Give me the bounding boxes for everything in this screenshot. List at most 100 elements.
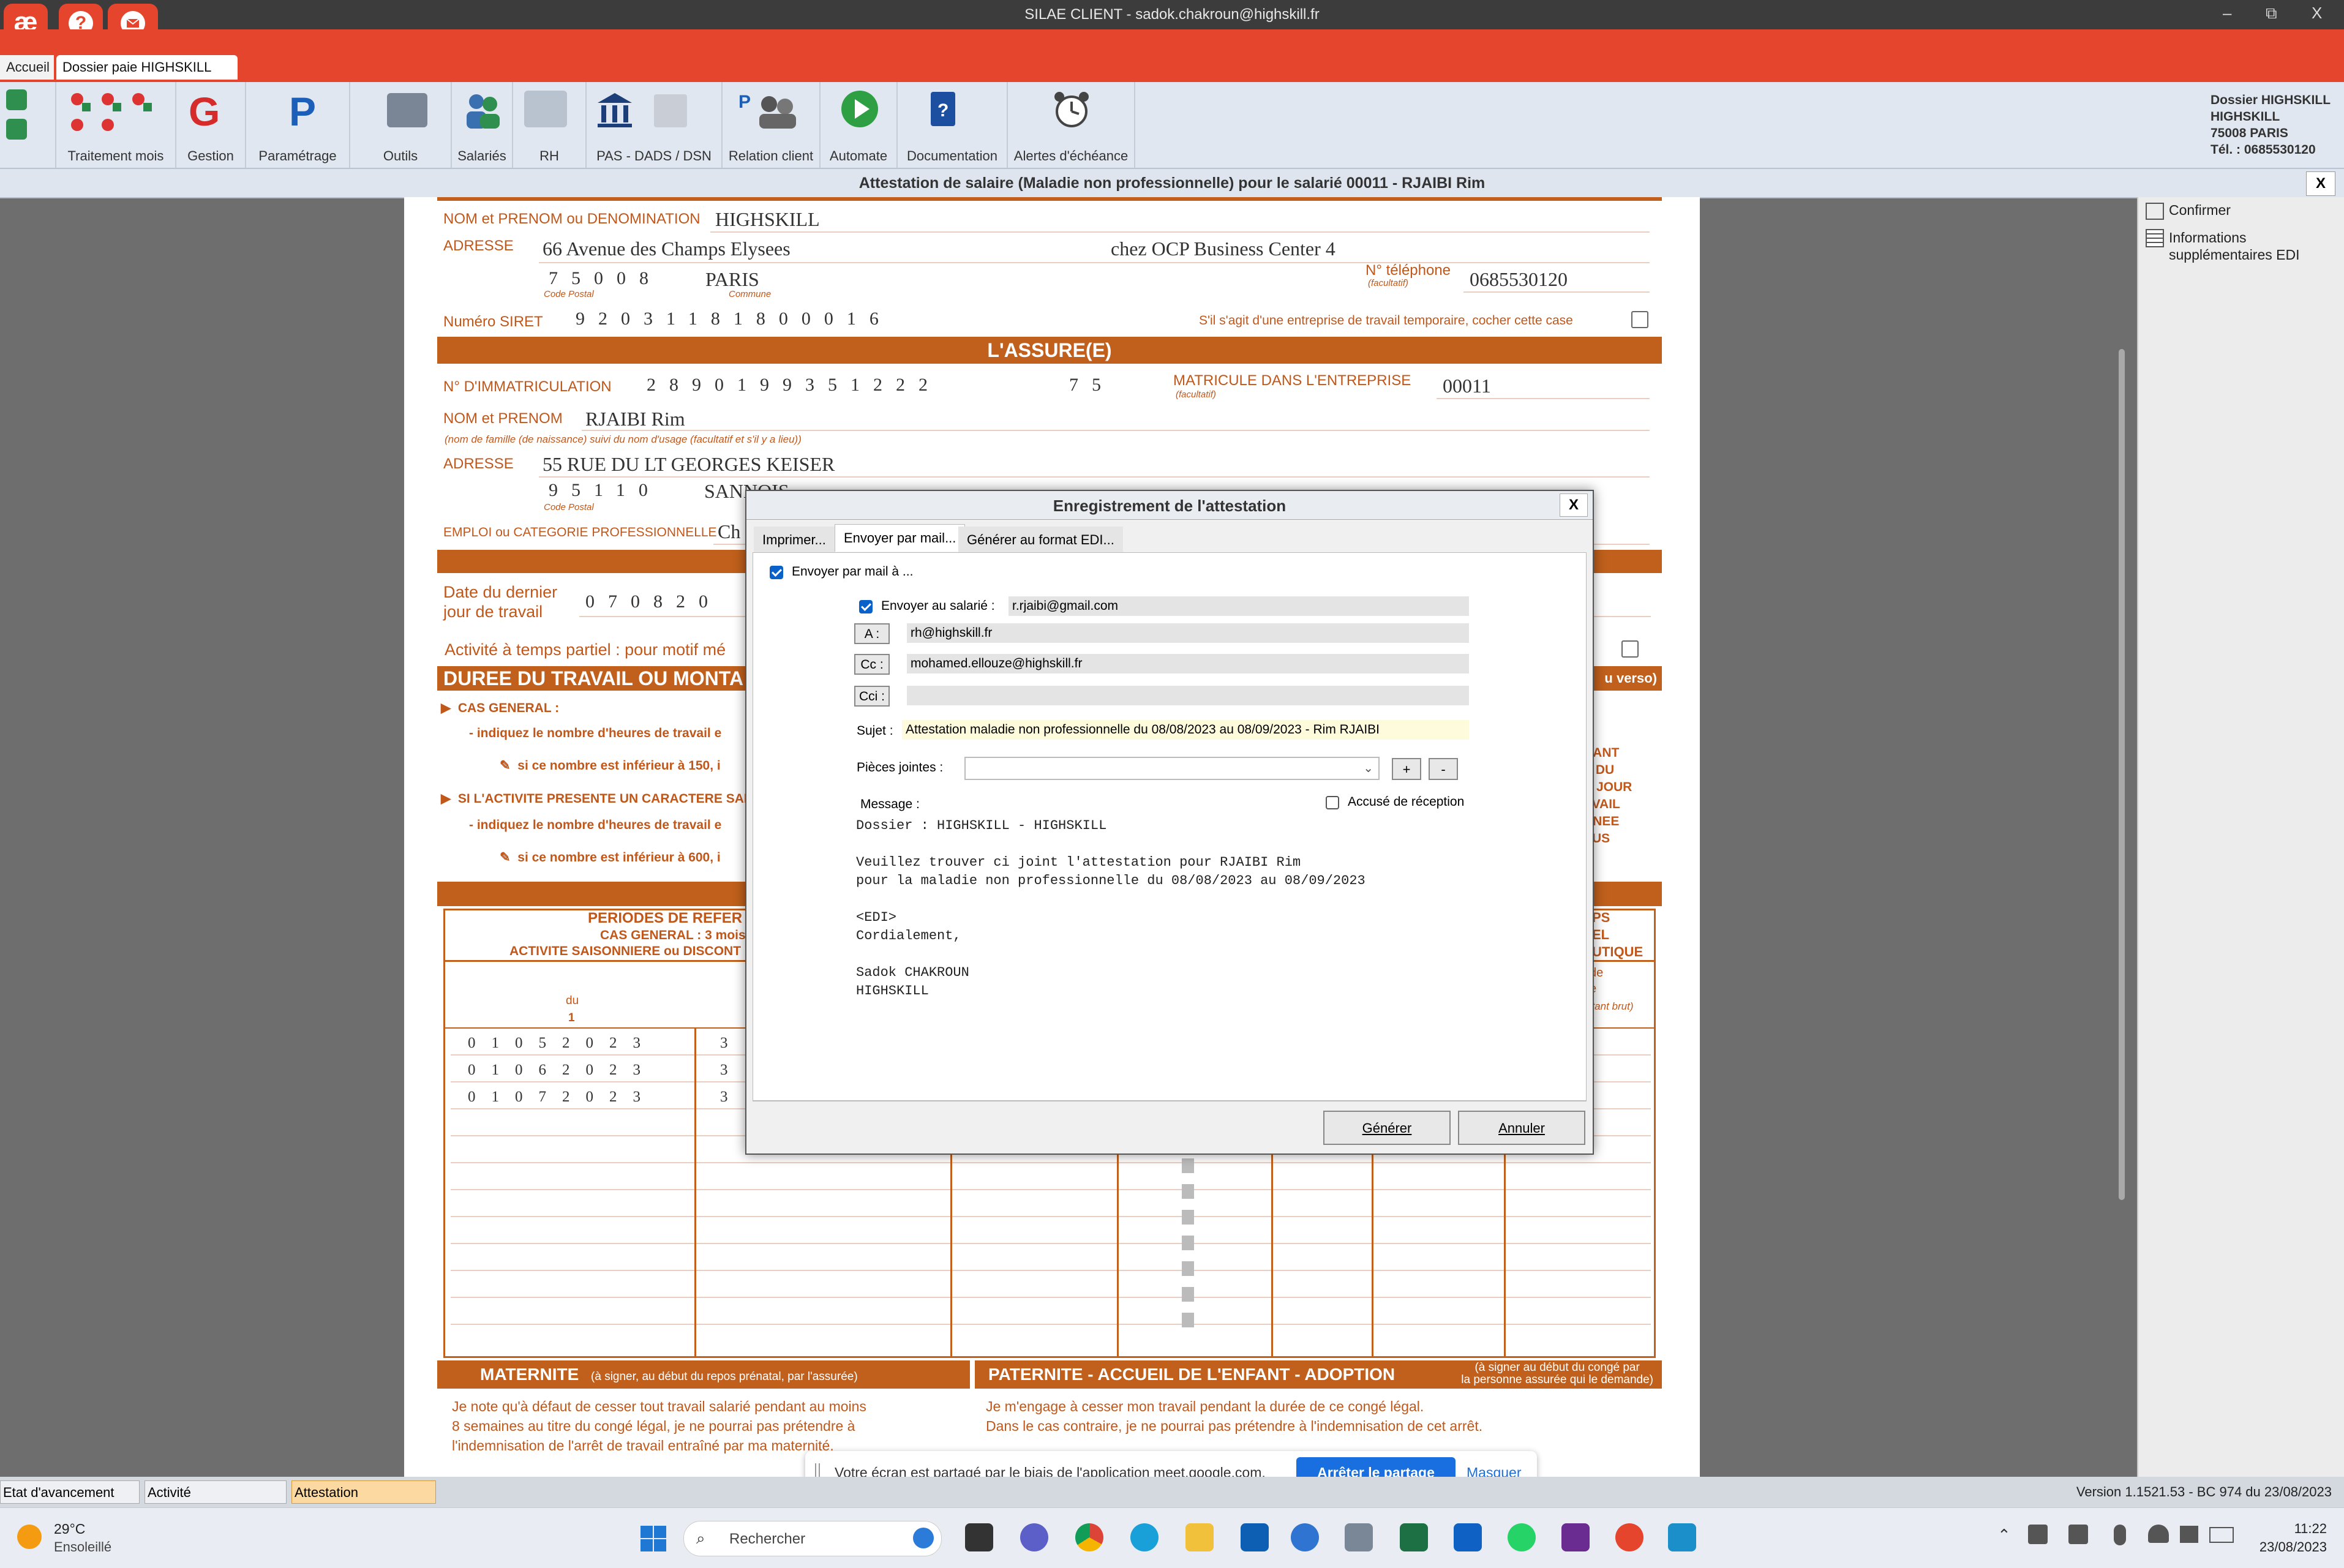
ribbon-group-rh[interactable]: RH [513, 82, 587, 168]
sun-icon[interactable] [17, 1525, 42, 1549]
ribbon-group-traitement-mois[interactable]: Traitement mois [56, 82, 176, 168]
subject-field[interactable]: Attestation maladie non professionnelle … [902, 720, 1469, 740]
quick-action-icon[interactable] [6, 89, 27, 110]
tray-app-icon[interactable] [2028, 1525, 2048, 1544]
employee-email-field[interactable]: r.rjaibi@gmail.com [1009, 596, 1469, 616]
tab-send-mail[interactable]: Envoyer par mail... [835, 524, 966, 552]
employer-address[interactable]: 66 Avenue des Champs Elysees [543, 238, 791, 260]
temp-work-checkbox[interactable] [1631, 311, 1648, 328]
volume-icon[interactable] [2180, 1526, 2198, 1543]
attachments-dropdown[interactable]: ⌄ [964, 757, 1380, 780]
outlook-icon[interactable] [1454, 1523, 1482, 1551]
clock-time[interactable]: 11:22 [2266, 1521, 2327, 1537]
employees-icon [463, 91, 502, 130]
last-day-value[interactable]: 070820 [585, 591, 721, 612]
dialog-close-button[interactable]: X [1560, 493, 1588, 517]
tray-app-icon[interactable] [2068, 1525, 2088, 1544]
period-to[interactable]: 3 [720, 1089, 742, 1106]
receipt-checkbox[interactable] [1326, 796, 1339, 809]
partial-activity-checkbox[interactable] [1621, 640, 1639, 658]
windows-start-icon[interactable] [639, 1525, 667, 1553]
period-to[interactable]: 3 [720, 1035, 742, 1052]
cc-field[interactable]: mohamed.ellouze@highskill.fr [907, 654, 1469, 673]
ribbon-group-pas-dads-dsn[interactable]: PAS - DADS / DSN [587, 82, 723, 168]
add-attachment-button[interactable]: + [1392, 758, 1421, 780]
generate-button[interactable]: Générer [1323, 1111, 1451, 1145]
microphone-icon[interactable] [2114, 1525, 2126, 1545]
quick-action-icon[interactable] [6, 119, 27, 140]
employer-city[interactable]: PARIS [705, 268, 759, 291]
vertical-scrollbar[interactable] [2119, 349, 2125, 1200]
window-close-button[interactable]: X [2312, 4, 2322, 23]
insured-matricule[interactable]: 00011 [1443, 375, 1491, 397]
wifi-icon[interactable] [2148, 1525, 2169, 1543]
ribbon-group-relation-client[interactable]: P Relation client [723, 82, 821, 168]
period-to[interactable]: 3 [720, 1062, 742, 1079]
notepad-icon[interactable] [1668, 1523, 1696, 1551]
bcc-button[interactable]: Cci : [854, 686, 890, 707]
ribbon-group-documentation[interactable]: ? Documentation [898, 82, 1008, 168]
status-tab-progress[interactable]: Etat d'avancement [0, 1480, 140, 1504]
ribbon-group-quick[interactable] [0, 82, 56, 168]
ribbon-group-gestion[interactable]: G Gestion [176, 82, 246, 168]
tab-dossier-paie[interactable]: Dossier paie HIGHSKILL [56, 55, 238, 80]
document-close-button[interactable]: X [2306, 171, 2335, 196]
tab-generate-edi[interactable]: Générer au format EDI... [958, 527, 1123, 553]
period-from[interactable]: 01072023 [468, 1089, 656, 1106]
insured-immat[interactable]: 2890199351222 [647, 375, 941, 396]
employer-name[interactable]: HIGHSKILL [715, 208, 820, 231]
file-explorer-icon[interactable] [1185, 1523, 1214, 1551]
mail-app-icon[interactable] [1241, 1523, 1269, 1551]
message-textarea[interactable]: Dossier : HIGHSKILL - HIGHSKILL Veuillez… [854, 816, 1472, 1079]
taskbar-search[interactable]: ⌕ Rechercher [683, 1521, 942, 1556]
remove-attachment-button[interactable]: - [1429, 758, 1458, 780]
maximize-button[interactable]: ⧉ [2266, 4, 2277, 23]
to-field[interactable]: rh@highskill.fr [907, 623, 1469, 643]
excel-icon[interactable] [1400, 1523, 1428, 1551]
confirm-action[interactable]: Confirmer [2146, 202, 2231, 220]
teams-chat-icon[interactable] [1020, 1523, 1048, 1551]
tab-print[interactable]: Imprimer... [754, 527, 835, 553]
app-purple-icon[interactable] [1561, 1523, 1590, 1551]
window-app-icon[interactable] [1345, 1523, 1373, 1551]
chrome-icon[interactable] [1075, 1523, 1103, 1551]
employer-siret[interactable]: 92031181800016 [576, 309, 892, 329]
status-tab-activity[interactable]: Activité [145, 1480, 287, 1504]
to-button[interactable]: A : [854, 623, 890, 644]
messaging-icon[interactable] [1291, 1523, 1319, 1551]
insured-name[interactable]: RJAIBI Rim [585, 408, 685, 430]
ribbon-group-parametrage[interactable]: P Paramétrage [246, 82, 350, 168]
silae-icon[interactable] [1615, 1523, 1643, 1551]
whatsapp-icon[interactable] [1508, 1523, 1536, 1551]
tab-accueil[interactable]: Accueil [0, 55, 54, 80]
minimize-button[interactable]: – [2223, 4, 2231, 23]
employer-phone[interactable]: 0685530120 [1470, 268, 1568, 291]
edi-info-action[interactable]: Informations supplémentaires EDI [2146, 229, 2300, 263]
row-spinner-column[interactable] [1181, 1152, 1195, 1354]
ribbon-group-alertes[interactable]: Alertes d'échéance [1008, 82, 1135, 168]
status-tab-attestation[interactable]: Attestation [291, 1480, 436, 1504]
cancel-button[interactable]: Annuler [1458, 1111, 1585, 1145]
bcc-field[interactable] [907, 686, 1469, 705]
period-from[interactable]: 01052023 [468, 1035, 656, 1052]
ribbon-group-outils[interactable]: Outils [350, 82, 452, 168]
battery-icon[interactable] [2209, 1527, 2234, 1543]
send-mail-checkbox[interactable] [770, 566, 783, 579]
clock-date[interactable]: 23/08/2023 [2241, 1539, 2327, 1555]
insured-immat-key[interactable]: 75 [1069, 375, 1114, 396]
ribbon-group-automate[interactable]: Automate [821, 82, 898, 168]
edge-icon[interactable] [1130, 1523, 1159, 1551]
edi-info-label: supplémentaires EDI [2169, 247, 2300, 263]
employer-address2[interactable]: chez OCP Business Center 4 [1111, 238, 1335, 260]
task-view-icon[interactable] [965, 1523, 993, 1551]
employer-postcode[interactable]: 75008 [549, 268, 662, 289]
chevron-up-icon[interactable]: ⌃ [1997, 1526, 2011, 1545]
period-from[interactable]: 01062023 [468, 1062, 656, 1079]
cc-button[interactable]: Cc : [854, 654, 890, 675]
ribbon-group-salaries[interactable]: Salariés [452, 82, 513, 168]
send-employee-checkbox[interactable] [859, 600, 873, 613]
insured-address[interactable]: 55 RUE DU LT GEORGES KEISER [543, 453, 835, 476]
insured-postcode[interactable]: 95110 [549, 480, 661, 501]
temp-work-label: S'il s'agit d'une entreprise de travail … [1199, 313, 1573, 328]
insured-job[interactable]: Ch [718, 520, 740, 543]
